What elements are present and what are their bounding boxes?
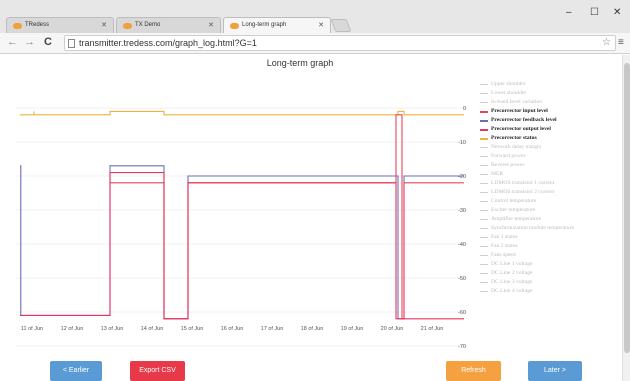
legend-item[interactable]: Fan 1 status — [479, 233, 624, 242]
legend-swatch — [480, 129, 488, 131]
legend-item[interactable]: DC Line 1 voltage — [479, 260, 624, 269]
legend-item[interactable]: DC Line 2 voltage — [479, 269, 624, 278]
legend-label: Precorrector input level — [491, 108, 548, 114]
legend-item[interactable]: Upper shoulder — [479, 80, 624, 89]
x-tick-label: 21 of Jun — [421, 326, 444, 332]
legend-swatch — [480, 264, 488, 265]
legend-item[interactable]: Precorrector feedback level — [479, 116, 624, 125]
refresh-button[interactable]: Refresh — [446, 361, 501, 381]
legend-swatch — [480, 201, 488, 202]
x-tick-label: 18 of Jun — [301, 326, 324, 332]
legend-label: LDMOS transistor 2 current — [491, 189, 555, 195]
y-tick-label: -30 — [458, 208, 466, 214]
legend-swatch — [480, 282, 488, 283]
legend-item[interactable]: LDMOS transistor 2 current — [479, 188, 624, 197]
y-tick-label: -50 — [458, 276, 466, 282]
series-line — [20, 165, 464, 320]
legend-swatch — [480, 156, 488, 157]
legend-label: Lower shoulder — [491, 90, 527, 96]
x-tick-label: 16 of Jun — [221, 326, 244, 332]
legend-label: MER — [491, 171, 504, 177]
legend-swatch — [480, 111, 488, 113]
legend-item[interactable]: Exciter temperature — [479, 206, 624, 215]
legend-label: Precorrector feedback level — [491, 117, 557, 123]
legend-item[interactable]: Synchronization module temperature — [479, 224, 624, 233]
legend-label: DC Line 2 voltage — [491, 270, 533, 276]
legend-swatch — [480, 183, 488, 184]
legend-label: Fan 1 status — [491, 234, 518, 240]
legend-swatch — [480, 120, 488, 122]
later-button[interactable]: Later > — [528, 361, 582, 381]
x-tick-label: 11 of Jun — [21, 326, 43, 332]
y-tick-label: -10 — [458, 140, 466, 146]
legend-item[interactable]: Lower shoulder — [479, 89, 624, 98]
legend-swatch — [480, 255, 488, 256]
legend-item[interactable]: Amplifier temperature — [479, 215, 624, 224]
y-tick-label: -40 — [458, 242, 466, 248]
legend-label: DC Line 4 voltage — [491, 288, 533, 294]
legend-label: DC Line 3 voltage — [491, 279, 533, 285]
legend-label: Upper shoulder — [491, 81, 526, 87]
legend-label: Precorrector output level — [491, 126, 551, 132]
x-tick-label: 12 of Jun — [61, 326, 84, 332]
legend-label: LDMOS transistor 1 current — [491, 180, 555, 186]
legend-label: Precorrector status — [491, 135, 537, 141]
legend-swatch — [480, 93, 488, 94]
legend-swatch — [480, 147, 488, 148]
y-tick-label: 0 — [463, 106, 466, 112]
series-line — [110, 114, 464, 320]
legend-item[interactable]: Precorrector status — [479, 134, 624, 143]
legend-swatch — [480, 84, 488, 85]
legend-label: In-band level variation — [491, 99, 542, 105]
legend-item[interactable]: DC Line 4 voltage — [479, 287, 624, 296]
legend-swatch — [480, 228, 488, 229]
legend-label: Exciter temperature — [491, 207, 536, 213]
legend-label: Network delay margin — [491, 144, 542, 150]
legend-swatch — [480, 192, 488, 193]
y-tick-label: -70 — [458, 344, 466, 350]
legend-item[interactable]: In-band level variation — [479, 98, 624, 107]
legend-item[interactable]: Fans speed — [479, 251, 624, 260]
legend-label: Fan 2 status — [491, 243, 518, 249]
x-tick-label: 14 of Jun — [141, 326, 164, 332]
legend-item[interactable]: Forward power — [479, 152, 624, 161]
legend-swatch — [480, 273, 488, 274]
legend-item[interactable]: Fan 2 status — [479, 242, 624, 251]
legend-label: Reverse power — [491, 162, 525, 168]
chart-legend: Upper shoulder Lower shoulder In-band leve… — [479, 80, 624, 296]
x-tick-label: 13 of Jun — [101, 326, 124, 332]
legend-swatch — [480, 219, 488, 220]
x-tick-label: 20 of Jun — [381, 326, 404, 332]
legend-label: Control temperature — [491, 198, 537, 204]
x-tick-label: 19 of Jun — [341, 326, 364, 332]
legend-swatch — [480, 138, 488, 140]
y-tick-label: -60 — [458, 310, 466, 316]
legend-item[interactable]: Reverse power — [479, 161, 624, 170]
legend-label: Synchronization module temperature — [491, 225, 574, 231]
legend-swatch — [480, 174, 488, 175]
legend-item[interactable]: Network delay margin — [479, 143, 624, 152]
legend-label: Amplifier temperature — [491, 216, 542, 222]
export-csv-button[interactable]: Export CSV — [130, 361, 185, 381]
x-tick-label: 17 of Jun — [261, 326, 284, 332]
y-tick-label: -20 — [458, 174, 466, 180]
legend-label: DC Line 1 voltage — [491, 261, 533, 267]
legend-swatch — [480, 237, 488, 238]
legend-swatch — [480, 210, 488, 211]
legend-item[interactable]: DC Line 3 voltage — [479, 278, 624, 287]
legend-item[interactable]: LDMOS transistor 1 current — [479, 179, 624, 188]
legend-swatch — [480, 291, 488, 292]
legend-item[interactable]: Precorrector input level — [479, 107, 624, 116]
legend-label: Fans speed — [491, 252, 516, 258]
legend-item[interactable]: MER — [479, 170, 624, 179]
series-line — [20, 172, 464, 320]
earlier-button[interactable]: < Earlier — [50, 361, 102, 381]
legend-item[interactable]: Control temperature — [479, 197, 624, 206]
legend-swatch — [480, 102, 488, 103]
legend-swatch — [480, 246, 488, 247]
x-tick-label: 15 of Jun — [181, 326, 204, 332]
legend-item[interactable]: Precorrector output level — [479, 125, 624, 134]
legend-swatch — [480, 165, 488, 166]
legend-label: Forward power — [491, 153, 526, 159]
